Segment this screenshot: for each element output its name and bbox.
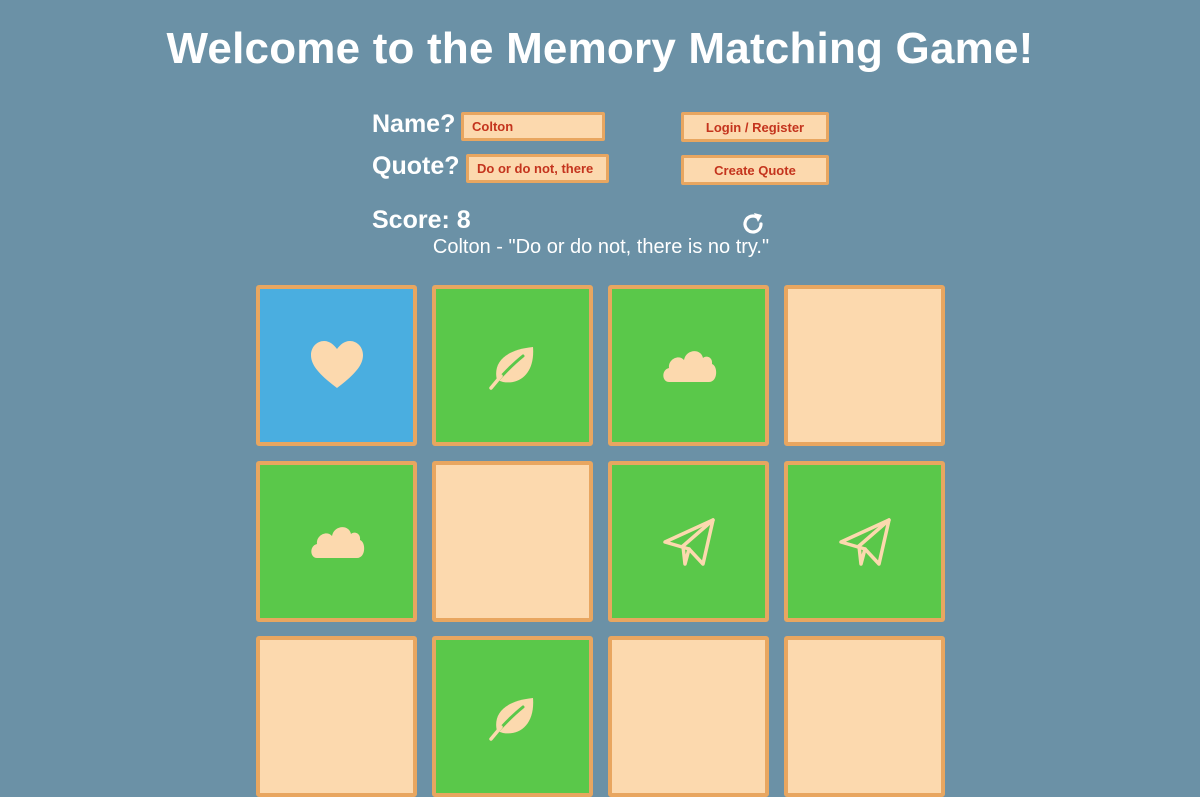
quote-label: Quote? bbox=[372, 152, 460, 180]
quote-input[interactable] bbox=[466, 154, 609, 183]
cloud-icon bbox=[307, 512, 367, 572]
page-title: Welcome to the Memory Matching Game! bbox=[166, 24, 1034, 73]
memory-card[interactable] bbox=[432, 636, 593, 797]
quote-display: Colton - "Do or do not, there is no try.… bbox=[432, 236, 770, 258]
memory-card[interactable] bbox=[608, 285, 769, 446]
cloud-icon bbox=[659, 336, 719, 396]
score-display: Score: 8 bbox=[372, 206, 471, 234]
memory-card[interactable] bbox=[256, 461, 417, 622]
name-label: Name? bbox=[372, 110, 456, 138]
memory-card[interactable] bbox=[432, 285, 593, 446]
memory-card[interactable] bbox=[608, 461, 769, 622]
name-input[interactable] bbox=[461, 112, 605, 141]
memory-card[interactable] bbox=[256, 636, 417, 797]
login-register-button[interactable]: Login / Register bbox=[681, 112, 829, 142]
memory-card[interactable] bbox=[784, 285, 945, 446]
leaf-icon bbox=[483, 687, 543, 747]
memory-card[interactable] bbox=[608, 636, 769, 797]
memory-card[interactable] bbox=[432, 461, 593, 622]
paper-plane-icon bbox=[659, 512, 719, 572]
memory-card[interactable] bbox=[256, 285, 417, 446]
heart-icon bbox=[307, 336, 367, 396]
refresh-icon[interactable] bbox=[739, 210, 767, 238]
create-quote-button[interactable]: Create Quote bbox=[681, 155, 829, 185]
memory-card[interactable] bbox=[784, 461, 945, 622]
paper-plane-icon bbox=[835, 512, 895, 572]
memory-card[interactable] bbox=[784, 636, 945, 797]
leaf-icon bbox=[483, 336, 543, 396]
